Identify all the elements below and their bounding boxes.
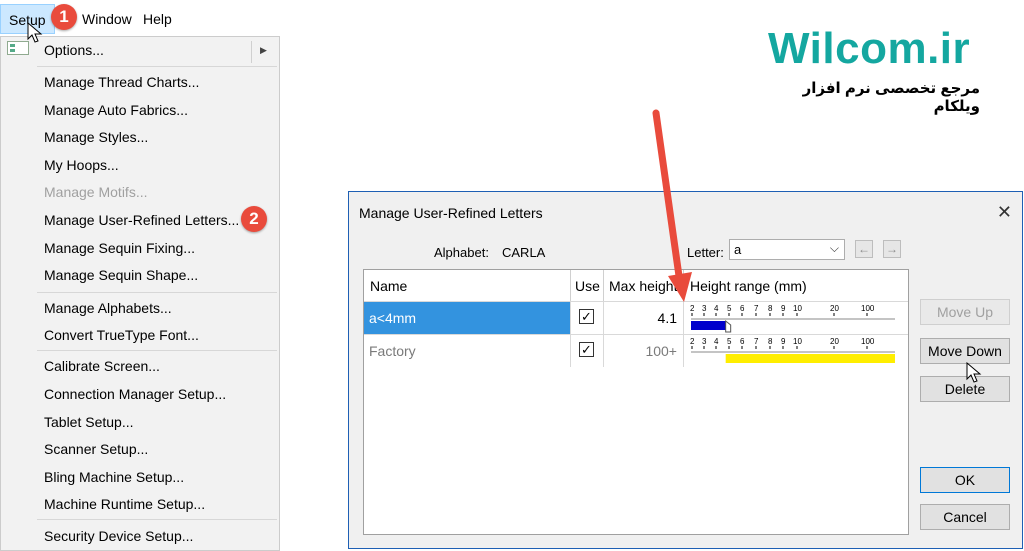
menu-item-scanner-setup[interactable]: Scanner Setup... xyxy=(44,441,148,457)
menu-item-auto-fabrics[interactable]: Manage Auto Fabrics... xyxy=(44,102,188,118)
arrow-right-icon[interactable]: → xyxy=(883,240,901,258)
tick-label: 20 xyxy=(830,337,839,346)
column-header-use[interactable]: Use xyxy=(571,270,604,302)
menu-item-bling-machine[interactable]: Bling Machine Setup... xyxy=(44,469,184,485)
arrow-left-icon[interactable]: ← xyxy=(855,240,873,258)
menu-separator xyxy=(37,292,277,293)
column-header-height-range[interactable]: Height range (mm) xyxy=(684,270,908,302)
menu-item-convert-truetype[interactable]: Convert TrueType Font... xyxy=(44,327,199,343)
tick-label: 2 xyxy=(690,304,695,313)
row-name[interactable]: Factory xyxy=(364,335,571,367)
cancel-button[interactable]: Cancel xyxy=(920,504,1010,530)
menu-item-user-refined-letters[interactable]: Manage User-Refined Letters... xyxy=(44,212,239,228)
tick-label: 8 xyxy=(768,337,773,346)
height-range-ruler[interactable]: 2 3 4 5 6 7 8 9 10 20 100 xyxy=(690,336,900,366)
alphabet-value: CARLA xyxy=(502,245,546,260)
letters-table: Name Use Max height Height range (mm) a<… xyxy=(363,269,909,535)
row-height-range[interactable]: 2 3 4 5 6 7 8 9 10 20 100 xyxy=(684,302,908,334)
menu-item-sequin-fixing[interactable]: Manage Sequin Fixing... xyxy=(44,240,195,256)
submenu-divider xyxy=(251,41,252,63)
ruler-tick-labels: 2 3 4 5 6 7 8 9 10 20 100 xyxy=(690,337,875,346)
tick-label: 100 xyxy=(861,337,875,346)
menu-item-thread-charts[interactable]: Manage Thread Charts... xyxy=(44,74,199,90)
tick-label: 8 xyxy=(768,304,773,313)
tick-label: 20 xyxy=(830,304,839,313)
tick-label: 7 xyxy=(754,337,759,346)
row-use-cell: ✓ xyxy=(571,302,604,334)
menu-item-alphabets[interactable]: Manage Alphabets... xyxy=(44,300,172,316)
options-icon xyxy=(7,41,29,55)
tick-label: 10 xyxy=(793,304,802,313)
height-range-ruler[interactable]: 2 3 4 5 6 7 8 9 10 20 100 xyxy=(690,303,900,333)
move-down-button[interactable]: Move Down xyxy=(920,338,1010,364)
tick-label: 100 xyxy=(861,304,875,313)
row-max-height[interactable]: 4.1 xyxy=(604,302,684,334)
menu-item-connection-manager[interactable]: Connection Manager Setup... xyxy=(44,386,226,402)
ruler-ticks xyxy=(691,313,868,316)
tick-label: 3 xyxy=(702,304,707,313)
tick-label: 7 xyxy=(754,304,759,313)
tick-label: 3 xyxy=(702,337,707,346)
use-checkbox[interactable]: ✓ xyxy=(579,309,594,324)
menu-separator xyxy=(37,350,277,351)
column-header-name[interactable]: Name xyxy=(364,270,571,302)
menu-separator xyxy=(37,519,277,520)
menu-item-tablet-setup[interactable]: Tablet Setup... xyxy=(44,414,134,430)
tick-label: 4 xyxy=(714,337,719,346)
letter-dropdown[interactable]: a ⌵ xyxy=(729,239,845,260)
row-max-height[interactable]: 100+ xyxy=(604,335,684,367)
mouse-cursor-icon xyxy=(966,362,982,383)
row-name[interactable]: a<4mm xyxy=(364,302,571,334)
tick-label: 6 xyxy=(740,337,745,346)
menu-item-motifs: Manage Motifs... xyxy=(44,184,148,200)
menu-item-styles[interactable]: Manage Styles... xyxy=(44,129,148,145)
chevron-down-icon: ⌵ xyxy=(829,241,839,255)
row-height-range[interactable]: 2 3 4 5 6 7 8 9 10 20 100 xyxy=(684,335,908,367)
row-use-cell: ✓ xyxy=(571,335,604,367)
tick-label: 5 xyxy=(727,337,732,346)
tick-label: 9 xyxy=(781,337,786,346)
use-checkbox[interactable]: ✓ xyxy=(579,342,594,357)
menu-item-calibrate-screen[interactable]: Calibrate Screen... xyxy=(44,358,160,374)
submenu-arrow-icon: ▶ xyxy=(260,45,267,55)
tick-label: 4 xyxy=(714,304,719,313)
alphabet-label: Alphabet: xyxy=(434,245,489,260)
menu-item-machine-runtime[interactable]: Machine Runtime Setup... xyxy=(44,496,205,512)
menu-item-hoops[interactable]: My Hoops... xyxy=(44,157,119,173)
mouse-cursor-icon xyxy=(27,22,43,43)
ruler-ticks xyxy=(691,346,868,349)
step-badge-1: 1 xyxy=(51,4,77,30)
menu-window[interactable]: Window xyxy=(82,11,132,27)
letter-label: Letter: xyxy=(687,245,724,260)
menu-separator xyxy=(37,66,277,67)
tick-label: 9 xyxy=(781,304,786,313)
step-badge-2: 2 xyxy=(241,206,267,232)
dialog-title: Manage User-Refined Letters xyxy=(359,205,543,221)
tick-label: 5 xyxy=(727,304,732,313)
brand-logo: Wilcom.ir xyxy=(768,24,971,73)
tick-label: 10 xyxy=(793,337,802,346)
close-icon[interactable]: ✕ xyxy=(997,202,1012,223)
ok-button[interactable]: OK xyxy=(920,467,1010,493)
brand-subtitle: مرجع تخصصی نرم افزار ویلکام xyxy=(802,80,980,115)
table-row[interactable]: Factory ✓ 100+ 2 3 4 5 6 7 8 9 10 20 100 xyxy=(364,334,908,367)
setup-dropdown-menu: Options... ▶ Manage Thread Charts... Man… xyxy=(0,36,280,551)
manage-letters-dialog: Manage User-Refined Letters ✕ Alphabet: … xyxy=(348,191,1023,549)
menu-item-sequin-shape[interactable]: Manage Sequin Shape... xyxy=(44,267,198,283)
menu-help[interactable]: Help xyxy=(143,11,172,27)
tick-label: 6 xyxy=(740,304,745,313)
delete-button[interactable]: Delete xyxy=(920,376,1010,402)
range-bar[interactable] xyxy=(725,354,895,363)
menu-item-options[interactable]: Options... xyxy=(44,42,104,58)
move-up-button[interactable]: Move Up xyxy=(920,299,1010,325)
letter-dropdown-value: a xyxy=(734,242,742,257)
table-row[interactable]: a<4mm ✓ 4.1 2 3 4 5 6 7 8 9 10 20 100 xyxy=(364,301,908,334)
ruler-tick-labels: 2 3 4 5 6 7 8 9 10 20 100 xyxy=(690,304,875,313)
range-handle[interactable] xyxy=(725,319,732,333)
column-header-max-height[interactable]: Max height xyxy=(604,270,684,302)
range-bar[interactable] xyxy=(691,321,726,330)
menu-item-security-device[interactable]: Security Device Setup... xyxy=(44,528,193,544)
tick-label: 2 xyxy=(690,337,695,346)
